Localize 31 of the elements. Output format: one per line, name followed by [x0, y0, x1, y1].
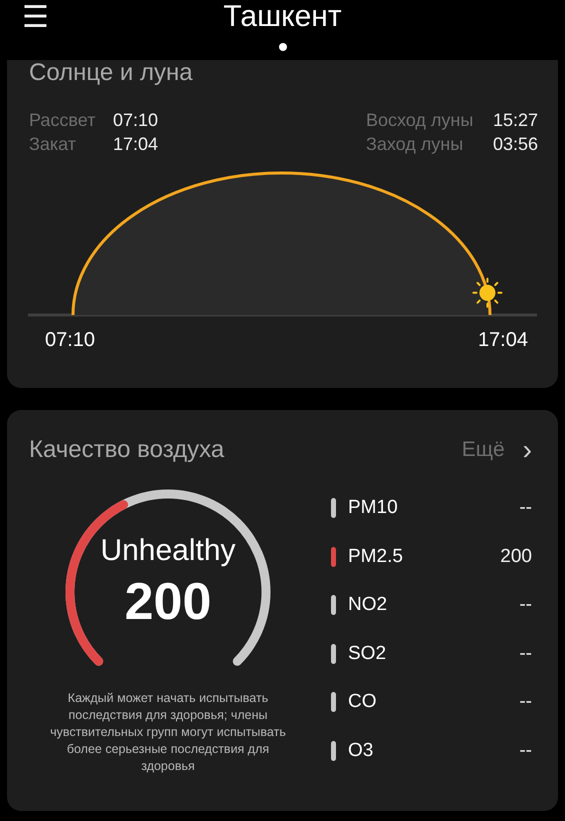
time-label: Рассвет: [29, 109, 96, 132]
pollutant-name: NO2: [348, 594, 388, 616]
pollutant-name: PM2.5: [348, 546, 404, 568]
pollutant-name: SO2: [348, 642, 388, 665]
time-label: Закат: [29, 133, 78, 156]
sun-icon: [472, 278, 502, 308]
pollutant-value: --: [519, 642, 532, 665]
air-status: Unhealthy: [100, 534, 236, 568]
time-value: 17:04: [113, 133, 158, 156]
time-value: 07:10: [113, 109, 158, 132]
time-label: Восход луны: [366, 109, 474, 132]
pollutant-value: --: [519, 691, 532, 714]
pollutant-name: PM10: [348, 497, 399, 520]
sunrise-time: 07:10: [45, 329, 96, 352]
card-title: Качество воздуха: [28, 436, 224, 464]
time-value: 03:56: [492, 133, 538, 156]
city-title: Ташкент: [223, 0, 342, 34]
card-title: Солнце и луна: [28, 60, 194, 86]
chevron-icon[interactable]: ›: [522, 438, 532, 462]
pollutant-value: 200: [500, 546, 532, 568]
air-index: 200: [124, 572, 212, 632]
time-value: 15:27: [492, 109, 538, 132]
time-label: Заход луны: [366, 133, 464, 156]
pollutant-value: --: [519, 594, 532, 616]
menu-icon[interactable]: ☰: [22, 0, 49, 36]
sunset-time: 17:04: [478, 329, 528, 352]
pollutant-name: O3: [348, 740, 374, 762]
pollutant-name: CO: [348, 691, 378, 714]
air-description: Каждый может начать испытывать последствия для здоровья; члены чувствительных групп могут испытывать более серьезные последствия для здоровья: [49, 690, 287, 775]
pollutant-value: --: [519, 740, 532, 762]
pollutant-value: --: [519, 497, 532, 520]
